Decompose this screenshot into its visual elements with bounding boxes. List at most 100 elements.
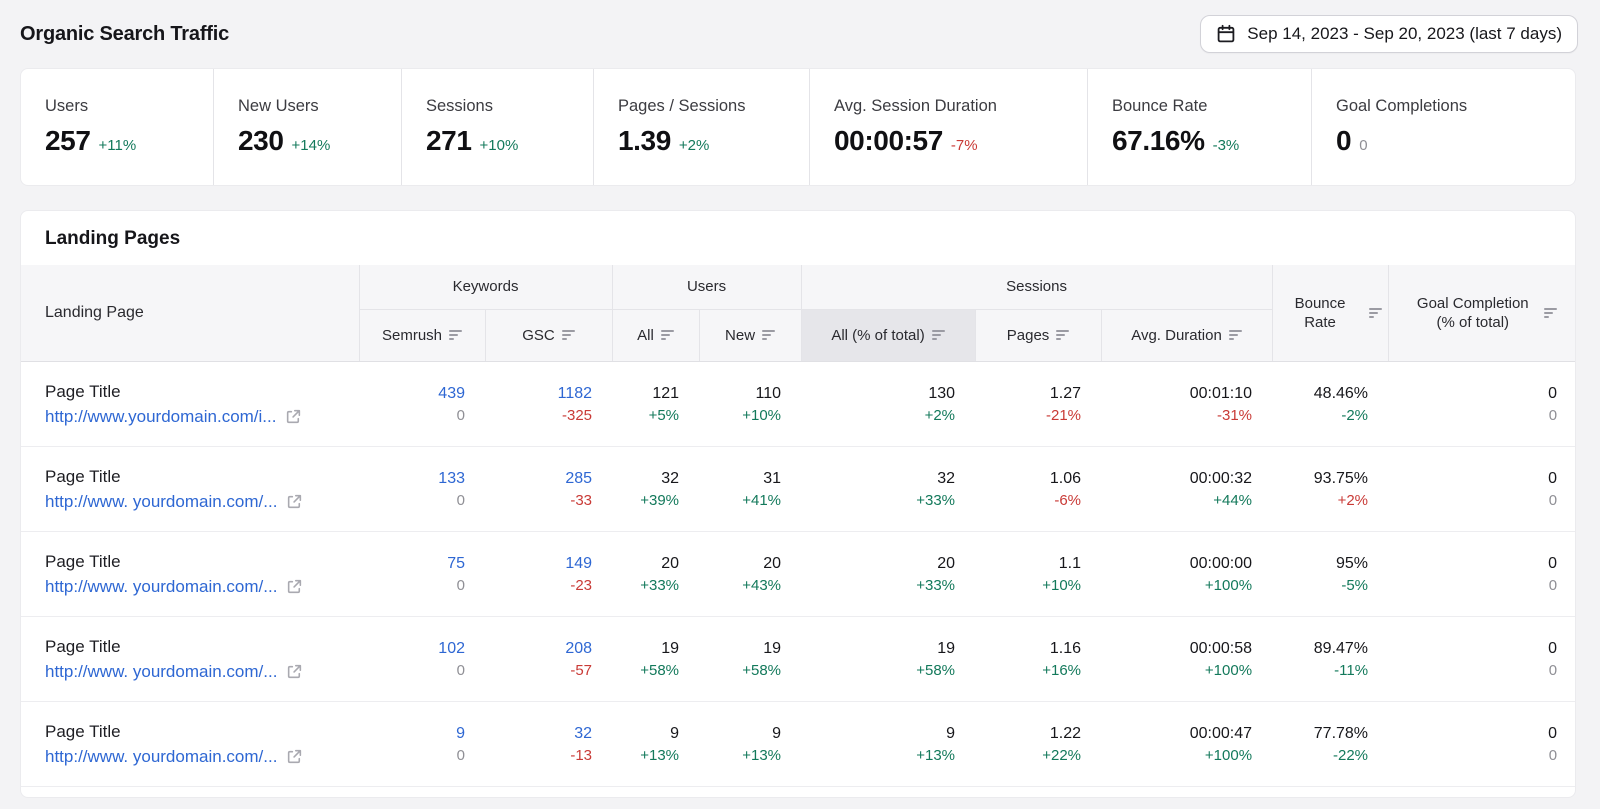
- cell-value: 0: [1389, 637, 1557, 660]
- cell-value: 110: [700, 382, 781, 405]
- cell-value: 121: [613, 382, 679, 405]
- cell-value: 31: [700, 467, 781, 490]
- keyword-count-link[interactable]: 102: [360, 637, 465, 660]
- page-title-text: Page Title: [45, 635, 358, 658]
- cell-gsc: 149-23: [485, 531, 612, 616]
- metric-value: 00:00:57: [834, 125, 943, 156]
- cell-value: 00:00:00: [1102, 552, 1252, 575]
- landing-page-link[interactable]: http://www. yourdomain.com/...: [45, 661, 277, 683]
- cell-diff: +58%: [802, 660, 955, 681]
- column-header-users-all[interactable]: All: [612, 309, 699, 361]
- external-link-icon[interactable]: [286, 663, 303, 680]
- keyword-count-link[interactable]: 149: [486, 552, 592, 575]
- cell-diff: +2%: [1273, 490, 1368, 511]
- page-title-text: Page Title: [45, 465, 358, 488]
- cell-users-new: 19+58%: [699, 616, 801, 701]
- column-header-sessions-all[interactable]: All (% of total): [801, 309, 975, 361]
- keyword-count-link[interactable]: 1182: [486, 382, 592, 405]
- cell-value: 48.46%: [1273, 382, 1368, 405]
- metric-label: Users: [45, 97, 213, 116]
- sort-descending-icon[interactable]: [1056, 330, 1069, 340]
- keyword-count-link[interactable]: 133: [360, 467, 465, 490]
- cell-bounce-rate: 77.78%-22%: [1272, 701, 1388, 786]
- metric-new-users: New Users 230+14%: [213, 69, 401, 185]
- table-row: Page Title http://www. yourdomain.com/..…: [21, 616, 1576, 701]
- page-header: Organic Search Traffic Sep 14, 2023 - Se…: [0, 0, 1600, 68]
- cell-value: 00:00:58: [1102, 637, 1252, 660]
- cell-value: 19: [700, 637, 781, 660]
- cell-diff: +13%: [700, 745, 781, 766]
- cell-pages: 1.22+22%: [975, 701, 1101, 786]
- cell-value: 20: [802, 552, 955, 575]
- cell-goal-completion: 00: [1388, 616, 1576, 701]
- section-title-landing-pages: Landing Pages: [21, 211, 1575, 265]
- column-header-gsc[interactable]: GSC: [485, 309, 612, 361]
- cell-avg-duration: 00:00:32+44%: [1101, 446, 1272, 531]
- cell-avg-duration: 00:01:10-31%: [1101, 361, 1272, 446]
- cell-value: 32: [613, 467, 679, 490]
- cell-gsc: 208-57: [485, 616, 612, 701]
- external-link-icon[interactable]: [285, 408, 302, 425]
- external-link-icon[interactable]: [286, 493, 303, 510]
- sort-descending-icon[interactable]: [932, 330, 945, 340]
- cell-diff: +13%: [802, 745, 955, 766]
- column-header-pages[interactable]: Pages: [975, 309, 1101, 361]
- sort-descending-icon[interactable]: [762, 330, 775, 340]
- metric-label: Bounce Rate: [1112, 97, 1311, 116]
- cell-diff: +41%: [700, 490, 781, 511]
- sort-descending-icon[interactable]: [1544, 308, 1557, 318]
- cell-sessions-all: 19+58%: [801, 616, 975, 701]
- cell-goal-completion: 00: [1388, 701, 1576, 786]
- cell-value: 20: [613, 552, 679, 575]
- cell-diff: +58%: [700, 660, 781, 681]
- metric-bounce-rate: Bounce Rate 67.16%-3%: [1087, 69, 1311, 185]
- metric-label: New Users: [238, 97, 401, 116]
- keyword-count-link[interactable]: 9: [360, 722, 465, 745]
- cell-value: 95%: [1273, 552, 1368, 575]
- column-header-goal-completion[interactable]: Goal Completion (% of total): [1388, 265, 1576, 361]
- sort-descending-icon[interactable]: [1369, 308, 1382, 318]
- cell-value: 19: [613, 637, 679, 660]
- column-header-avg-duration[interactable]: Avg. Duration: [1101, 309, 1272, 361]
- keyword-count-link[interactable]: 285: [486, 467, 592, 490]
- column-header-users-new[interactable]: New: [699, 309, 801, 361]
- metric-label: Pages / Sessions: [618, 97, 809, 116]
- cell-value: 93.75%: [1273, 467, 1368, 490]
- group-header-keywords: Keywords: [359, 265, 612, 309]
- sort-descending-icon[interactable]: [1229, 330, 1242, 340]
- cell-diff: -33: [486, 490, 592, 511]
- cell-users-all: 9+13%: [612, 701, 699, 786]
- cell-pages: 1.16+16%: [975, 616, 1101, 701]
- cell-diff: +100%: [1102, 745, 1252, 766]
- cell-value: 32: [802, 467, 955, 490]
- cell-diff: 0: [360, 745, 465, 766]
- landing-page-link[interactable]: http://www. yourdomain.com/...: [45, 491, 277, 513]
- cell-value: 9: [613, 722, 679, 745]
- date-range-button[interactable]: Sep 14, 2023 - Sep 20, 2023 (last 7 days…: [1200, 15, 1578, 53]
- landing-page-link[interactable]: http://www. yourdomain.com/...: [45, 576, 277, 598]
- external-link-icon[interactable]: [286, 578, 303, 595]
- column-header-semrush[interactable]: Semrush: [359, 309, 485, 361]
- landing-page-link[interactable]: http://www.yourdomain.com/i...: [45, 406, 276, 428]
- cell-pages: 1.06-6%: [975, 446, 1101, 531]
- cell-value: 130: [802, 382, 955, 405]
- keyword-count-link[interactable]: 439: [360, 382, 465, 405]
- cell-value: 19: [802, 637, 955, 660]
- external-link-icon[interactable]: [286, 748, 303, 765]
- column-header-bounce-rate[interactable]: Bounce Rate: [1272, 265, 1388, 361]
- metric-value: 67.16%: [1112, 125, 1205, 156]
- calendar-icon: [1216, 24, 1236, 44]
- table-row: Page Title http://www. yourdomain.com/..…: [21, 446, 1576, 531]
- keyword-count-link[interactable]: 32: [486, 722, 592, 745]
- cell-diff: +13%: [613, 745, 679, 766]
- sort-descending-icon[interactable]: [661, 330, 674, 340]
- cell-diff: -2%: [1273, 405, 1368, 426]
- keyword-count-link[interactable]: 208: [486, 637, 592, 660]
- cell-diff: 0: [1389, 745, 1557, 766]
- page-title-text: Page Title: [45, 550, 358, 573]
- keyword-count-link[interactable]: 75: [360, 552, 465, 575]
- landing-page-link[interactable]: http://www. yourdomain.com/...: [45, 746, 277, 768]
- metric-label: Sessions: [426, 97, 593, 116]
- sort-descending-icon[interactable]: [562, 330, 575, 340]
- sort-descending-icon[interactable]: [449, 330, 462, 340]
